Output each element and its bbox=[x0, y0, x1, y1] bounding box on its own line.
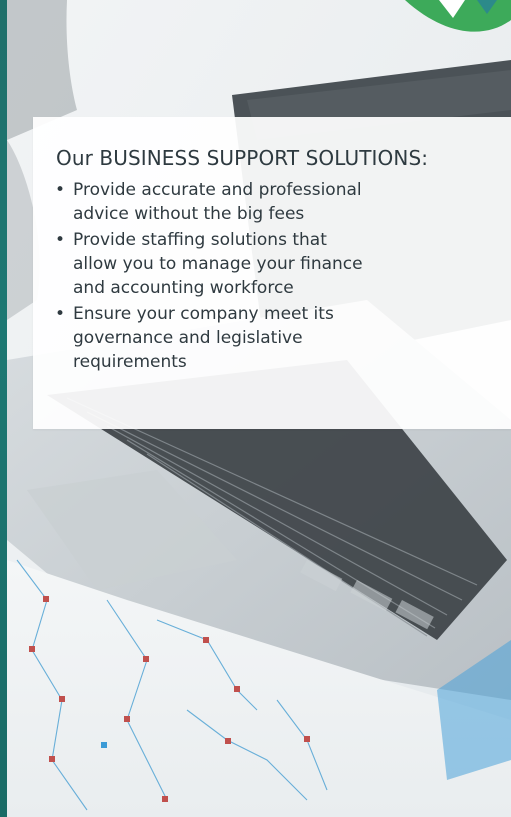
bullet-icon: • bbox=[55, 230, 66, 250]
bullet-icon: • bbox=[55, 180, 66, 200]
list-item-text: Provide staffing solutions that allow yo… bbox=[73, 230, 363, 298]
bullet-icon: • bbox=[55, 304, 66, 324]
list-item: • Ensure your company meet its governanc… bbox=[55, 302, 475, 374]
list-item: • Provide staffing solutions that allow … bbox=[55, 228, 475, 300]
list-item: • Provide accurate and professional advi… bbox=[55, 178, 475, 226]
solutions-list: • Provide accurate and professional advi… bbox=[55, 178, 475, 376]
list-item-text: Ensure your company meet its governance … bbox=[73, 304, 334, 372]
list-item-text: Provide accurate and professional advice… bbox=[73, 180, 362, 224]
card-title: Our BUSINESS SUPPORT SOLUTIONS: bbox=[56, 146, 429, 170]
flyer-panel: Our BUSINESS SUPPORT SOLUTIONS: • Provid… bbox=[0, 0, 511, 817]
left-accent-strip bbox=[0, 0, 7, 817]
